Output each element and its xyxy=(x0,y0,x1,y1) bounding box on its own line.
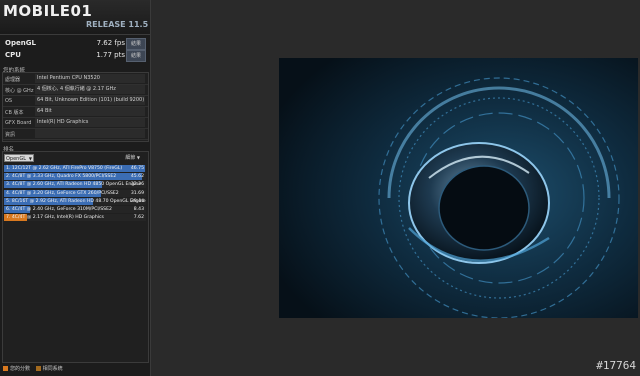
ranking-label: 3. 4C/8T @ 2.60 GHz, ATI Radeon HD 4850 … xyxy=(6,182,142,188)
info-value: 64 Bit, Unknown Edition (101) (build 920… xyxy=(35,96,145,105)
info-value: 64 Bit xyxy=(35,107,145,116)
sidebar: MOBILE01 RELEASE 11.5 OpenGL 7.62 fps 結果… xyxy=(0,0,151,376)
render-scene-image xyxy=(279,58,638,318)
ranking-row[interactable]: 3. 4C/8T @ 2.60 GHz, ATI Radeon HD 4850 … xyxy=(4,181,146,189)
watermark: #17764 xyxy=(596,359,636,372)
ranking-score: 7.62 xyxy=(133,215,144,221)
info-key: OS xyxy=(5,98,13,104)
legend-identical: 相同系統 xyxy=(42,366,63,372)
info-key: 處理器 xyxy=(5,77,21,83)
run-opengl-button[interactable]: 結果 xyxy=(126,38,146,50)
ranking-row[interactable]: 1. 12C/12T @ 2.62 GHz, ATI FirePro V8750… xyxy=(4,165,146,172)
ranking-score: 31.69 xyxy=(130,190,144,196)
logo: MOBILE01 xyxy=(3,2,93,20)
dropdown-value: OpenGL xyxy=(6,156,27,162)
ranking-row[interactable]: 5. 8C/16T @ 2.92 GHz, ATI Radeon HD 48.7… xyxy=(4,197,146,205)
info-input[interactable] xyxy=(35,129,145,138)
info-value: Intel(R) HD Graphics xyxy=(35,118,145,127)
render-viewport xyxy=(279,58,638,318)
chevron-down-icon: ▼ xyxy=(136,155,140,160)
details-link[interactable]: 細節 ▼ xyxy=(125,154,140,161)
ranking-row[interactable]: 4. 4C/8T @ 3.20 GHz, GeForce GTX 260/PCI… xyxy=(4,189,146,197)
info-value: Intel Pentium CPU N3520 xyxy=(35,74,145,83)
score-value: 7.62 fps xyxy=(96,39,125,47)
legend: 您的分數 相同系統 xyxy=(3,365,63,372)
chevron-down-icon: ▼ xyxy=(28,156,32,161)
ranking-row[interactable]: 7. 4C/4T @ 2.17 GHz, Intel(R) HD Graphic… xyxy=(4,214,146,222)
ranking-score: 46.75 xyxy=(130,166,144,171)
identical-swatch xyxy=(35,366,41,371)
ranking-label: 7. 4C/4T @ 2.17 GHz, Intel(R) HD Graphic… xyxy=(6,215,104,221)
release-label: RELEASE 11.5 xyxy=(86,20,149,29)
info-key: 資訊 xyxy=(5,132,16,138)
ranking-label: 1. 12C/12T @ 2.62 GHz, ATI FirePro V8750… xyxy=(6,166,123,171)
ranking-type-dropdown[interactable]: OpenGL ▼ xyxy=(4,154,34,162)
info-value: 4 個核心, 4 個執行緒 @ 2.17 GHz xyxy=(35,85,145,94)
ranking-score: 32.26 xyxy=(130,182,144,188)
score-row-opengl: OpenGL 7.62 fps 結果 xyxy=(3,38,147,50)
system-panel: 處理器 Intel Pentium CPU N3520 核心 @ GHz 4 個核心… xyxy=(2,72,149,142)
ranking-row[interactable]: 2. 4C/8T @ 3.33 GHz, Quadro FX 5800/PCI/… xyxy=(4,173,146,181)
run-cpu-button[interactable]: 結果 xyxy=(126,50,146,62)
ranking-label: 4. 4C/8T @ 3.20 GHz, GeForce GTX 260/PCI… xyxy=(6,190,119,196)
details-label: 細節 xyxy=(125,155,136,161)
legend-my-score: 您的分數 xyxy=(10,366,31,372)
info-key: GFX Board xyxy=(5,120,32,126)
ranking-score: 29.44 xyxy=(130,198,144,204)
header: MOBILE01 RELEASE 11.5 xyxy=(0,0,150,35)
ranking-label: 5. 8C/16T @ 2.92 GHz, ATI Radeon HD 48.7… xyxy=(6,198,146,204)
score-value: 1.77 pts xyxy=(96,51,125,59)
ranking-score: 8.43 xyxy=(133,207,144,212)
score-label: OpenGL xyxy=(5,39,36,47)
ranking-label: 2. 4C/8T @ 3.33 GHz, Quadro FX 5800/PCI/… xyxy=(6,174,117,180)
score-label: CPU xyxy=(5,51,21,59)
ranking-score: 45.62 xyxy=(130,174,144,180)
ranking-label: 6. 4C/4T @ 2.40 GHz, GeForce 310M/PCI/SS… xyxy=(6,207,112,212)
info-key: 核心 @ GHz xyxy=(5,88,34,94)
info-key: CB 版本 xyxy=(5,110,24,116)
ranking-row[interactable]: 6. 4C/4T @ 2.40 GHz, GeForce 310M/PCI/SS… xyxy=(4,206,146,213)
info-row: 資訊 xyxy=(3,128,148,140)
score-row-cpu: CPU 1.77 pts 結果 xyxy=(3,50,147,62)
my-score-swatch xyxy=(3,366,8,371)
